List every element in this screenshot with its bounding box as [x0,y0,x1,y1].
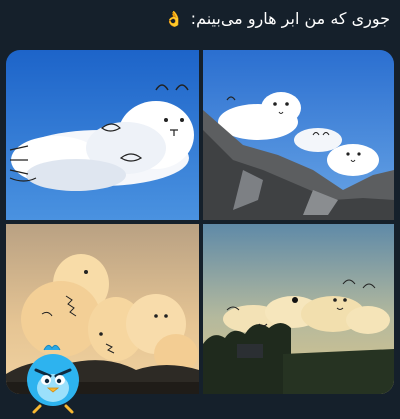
ok-hand-emoji-icon: 👌 [164,10,184,28]
cloud-dogs-mountain-photo-icon [203,50,394,220]
cloud-animals-treeline-photo-icon [203,224,394,394]
photo-cloud-dogs-mountain[interactable] [203,50,394,220]
cloud-cat-photo-icon [6,50,199,220]
tweet-text: جوری که من ابر هارو می‌بینم: 👌 [10,6,390,32]
angry-bird-sticker-icon [27,344,79,414]
photo-cloud-animals-treeline[interactable] [203,224,394,394]
angry-bird-sticker [22,340,84,416]
tweet-text-content: جوری که من ابر هارو می‌بینم: [190,9,390,28]
photo-cloud-cat[interactable] [6,50,199,220]
